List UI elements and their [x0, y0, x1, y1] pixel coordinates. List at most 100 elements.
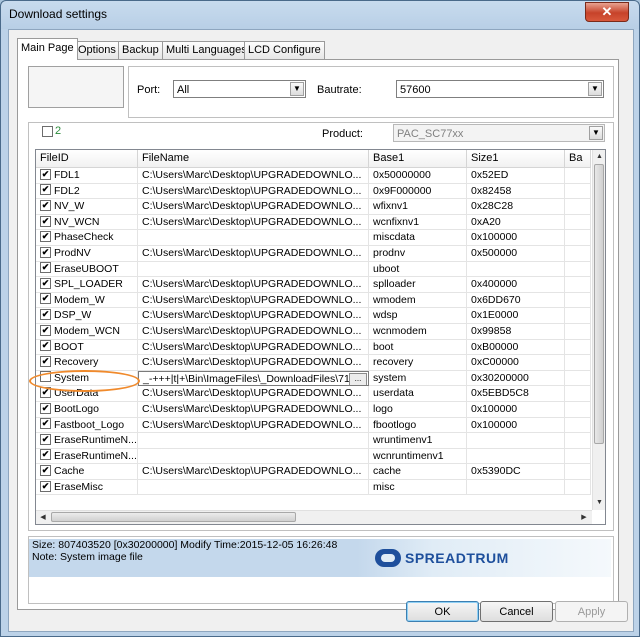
cancel-button[interactable]: Cancel	[480, 601, 553, 622]
cell-filename[interactable]	[138, 448, 369, 465]
group-checkbox[interactable]	[42, 126, 53, 137]
cell-filename[interactable]: C:\Users\Marc\Desktop\UPGRADEDOWNLO...	[138, 308, 369, 324]
cell-filename[interactable]: C:\Users\Marc\Desktop\UPGRADEDOWNLO...	[138, 386, 369, 402]
vertical-scrollbar[interactable]: ▲ ▼	[592, 150, 605, 510]
tab-main-page[interactable]: Main Page	[17, 38, 78, 60]
scroll-down-icon[interactable]: ▼	[593, 496, 605, 510]
table-row[interactable]: ✔ Modem_WCN C:\Users\Marc\Desktop\UPGRADED…	[36, 323, 591, 340]
table-row[interactable]: ✔ BOOT C:\Users\Marc\Desktop\UPGRADEDOWNLO…	[36, 339, 591, 356]
table-row[interactable]: ✔ FDL1 C:\Users\Marc\Desktop\UPGRADEDOWNLO…	[36, 168, 591, 184]
ok-button[interactable]: OK	[406, 601, 479, 622]
apply-button[interactable]: Apply	[555, 601, 628, 622]
table-row[interactable]: ✔ BootLogo C:\Users\Marc\Desktop\UPGRADEDO…	[36, 401, 591, 418]
chevron-down-icon[interactable]: ▼	[290, 82, 304, 96]
product-select[interactable]: PAC_SC77xx ▼	[393, 124, 605, 142]
table-row[interactable]: ✔ DSP_W C:\Users\Marc\Desktop\UPGRADEDOWNL…	[36, 308, 591, 324]
cell-filename[interactable]: C:\Users\Marc\Desktop\UPGRADEDOWNLO...	[138, 323, 369, 340]
row-checkbox[interactable]: ✔	[40, 340, 51, 352]
cell-fileid: ✔ EraseRuntimeN...	[36, 448, 138, 465]
table-row[interactable]: ✔ EraseMisc misc	[36, 479, 591, 496]
cell-filename[interactable]: C:\Users\Marc\Desktop\UPGRADEDOWNLO...	[138, 168, 369, 184]
row-checkbox[interactable]	[40, 371, 51, 383]
scroll-left-icon[interactable]: ◀	[36, 511, 50, 524]
scroll-up-icon[interactable]: ▲	[593, 150, 605, 164]
cell-filename[interactable]	[138, 433, 369, 449]
col-header-filename[interactable]: FileName	[138, 150, 369, 167]
tab-lcd-configure[interactable]: LCD Configure	[244, 41, 325, 59]
table-row[interactable]: ✔ Cache C:\Users\Marc\Desktop\UPGRADEDOWNL…	[36, 464, 591, 480]
table-row[interactable]: ✔ NV_W C:\Users\Marc\Desktop\UPGRADEDOWNLO…	[36, 199, 591, 215]
row-checkbox[interactable]: ✔	[40, 433, 51, 445]
cell-filename[interactable]	[138, 479, 369, 496]
file-name-text: C:\Users\Marc\Desktop\UPGRADEDOWNLO...	[142, 387, 362, 400]
scroll-right-icon[interactable]: ▶	[577, 511, 591, 524]
title-bar[interactable]: Download settings ✕	[1, 1, 639, 29]
horizontal-scroll-thumb[interactable]	[51, 512, 296, 522]
table-row[interactable]: ✔ Fastboot_Logo C:\Users\Marc\Desktop\UPGR…	[36, 417, 591, 434]
tab-backup[interactable]: Backup	[118, 41, 163, 59]
row-checkbox[interactable]: ✔	[40, 262, 51, 274]
table-row[interactable]: System _-+++|t|+\Bin\ImageFiles\_Download…	[36, 370, 591, 387]
row-checkbox[interactable]: ✔	[40, 324, 51, 336]
row-checkbox[interactable]: ✔	[40, 184, 51, 196]
cell-filename[interactable]: C:\Users\Marc\Desktop\UPGRADEDOWNLO...	[138, 183, 369, 200]
row-checkbox[interactable]: ✔	[40, 418, 51, 430]
row-checkbox[interactable]: ✔	[40, 199, 51, 211]
row-checkbox[interactable]: ✔	[40, 449, 51, 461]
tab-options[interactable]: Options	[74, 41, 120, 59]
cell-filename[interactable]: C:\Users\Marc\Desktop\UPGRADEDOWNLO...	[138, 214, 369, 231]
row-checkbox[interactable]: ✔	[40, 293, 51, 305]
table-row[interactable]: ✔ EraseRuntimeN... wcnruntimenv1	[36, 448, 591, 465]
filename-edit-field[interactable]: _-+++|t|+\Bin\ImageFiles\_DownloadFiles\…	[138, 370, 369, 387]
cell-filename[interactable]: C:\Users\Marc\Desktop\UPGRADEDOWNLO...	[138, 292, 369, 309]
table-row[interactable]: ✔ PhaseCheck miscdata 0x100000	[36, 230, 591, 246]
col-header-fileid[interactable]: FileID	[36, 150, 138, 167]
tab-multi-languages[interactable]: Multi Languages	[162, 41, 251, 59]
table-row[interactable]: ✔ ProdNV C:\Users\Marc\Desktop\UPGRADEDOWN…	[36, 245, 591, 262]
download-settings-window: Download settings ✕ Main Page Options Ba…	[0, 0, 640, 637]
table-row[interactable]: ✔ Modem_W C:\Users\Marc\Desktop\UPGRADEDOW…	[36, 292, 591, 309]
row-checkbox[interactable]: ✔	[40, 246, 51, 258]
window-title: Download settings	[9, 7, 108, 21]
cell-filename[interactable]: C:\Users\Marc\Desktop\UPGRADEDOWNLO...	[138, 355, 369, 371]
table-row[interactable]: ✔ FDL2 C:\Users\Marc\Desktop\UPGRADEDOWNLO…	[36, 183, 591, 200]
cell-filename[interactable]: C:\Users\Marc\Desktop\UPGRADEDOWNLO...	[138, 417, 369, 434]
cell-base1: splloader	[369, 277, 467, 293]
cell-filename[interactable]: C:\Users\Marc\Desktop\UPGRADEDOWNLO...	[138, 277, 369, 293]
row-checkbox[interactable]: ✔	[40, 387, 51, 399]
table-row[interactable]: ✔ Recovery C:\Users\Marc\Desktop\UPGRADEDO…	[36, 355, 591, 371]
cell-filename[interactable]: C:\Users\Marc\Desktop\UPGRADEDOWNLO...	[138, 401, 369, 418]
close-button[interactable]: ✕	[585, 2, 629, 22]
cell-filename[interactable]: C:\Users\Marc\Desktop\UPGRADEDOWNLO...	[138, 464, 369, 480]
vertical-scroll-thumb[interactable]	[594, 164, 604, 444]
cell-filename[interactable]: C:\Users\Marc\Desktop\UPGRADEDOWNLO...	[138, 339, 369, 356]
row-checkbox[interactable]: ✔	[40, 168, 51, 180]
cell-filename[interactable]: C:\Users\Marc\Desktop\UPGRADEDOWNLO...	[138, 245, 369, 262]
horizontal-scrollbar[interactable]: ◀ ▶	[36, 510, 592, 524]
col-header-base2[interactable]: Ba	[565, 150, 591, 167]
row-checkbox[interactable]: ✔	[40, 480, 51, 492]
row-checkbox[interactable]: ✔	[40, 215, 51, 227]
row-checkbox[interactable]: ✔	[40, 402, 51, 414]
table-row[interactable]: ✔ UserData C:\Users\Marc\Desktop\UPGRADEDO…	[36, 386, 591, 402]
col-header-base1[interactable]: Base1	[369, 150, 467, 167]
chevron-down-icon[interactable]: ▼	[589, 126, 603, 140]
row-checkbox[interactable]: ✔	[40, 355, 51, 367]
table-row[interactable]: ✔ EraseRuntimeN... wruntimenv1	[36, 433, 591, 449]
table-row[interactable]: ✔ NV_WCN C:\Users\Marc\Desktop\UPGRADEDOWN…	[36, 214, 591, 231]
row-checkbox[interactable]: ✔	[40, 465, 51, 476]
cell-filename[interactable]	[138, 230, 369, 246]
table-row[interactable]: ✔ SPL_LOADER C:\Users\Marc\Desktop\UPGRADE…	[36, 277, 591, 293]
port-select[interactable]: All ▼	[173, 80, 306, 98]
table-row[interactable]: ✔ EraseUBOOT uboot	[36, 261, 591, 278]
cell-filename[interactable]: C:\Users\Marc\Desktop\UPGRADEDOWNLO...	[138, 199, 369, 215]
browse-button[interactable]: ...	[349, 372, 367, 386]
baudrate-select[interactable]: 57600 ▼	[396, 80, 604, 98]
row-checkbox[interactable]: ✔	[40, 277, 51, 289]
cell-filename[interactable]	[138, 261, 369, 278]
chevron-down-icon[interactable]: ▼	[588, 82, 602, 96]
row-checkbox[interactable]: ✔	[40, 309, 51, 321]
row-checkbox[interactable]: ✔	[40, 231, 51, 243]
file-id-label: BootLogo	[54, 402, 99, 415]
col-header-size1[interactable]: Size1	[467, 150, 565, 167]
